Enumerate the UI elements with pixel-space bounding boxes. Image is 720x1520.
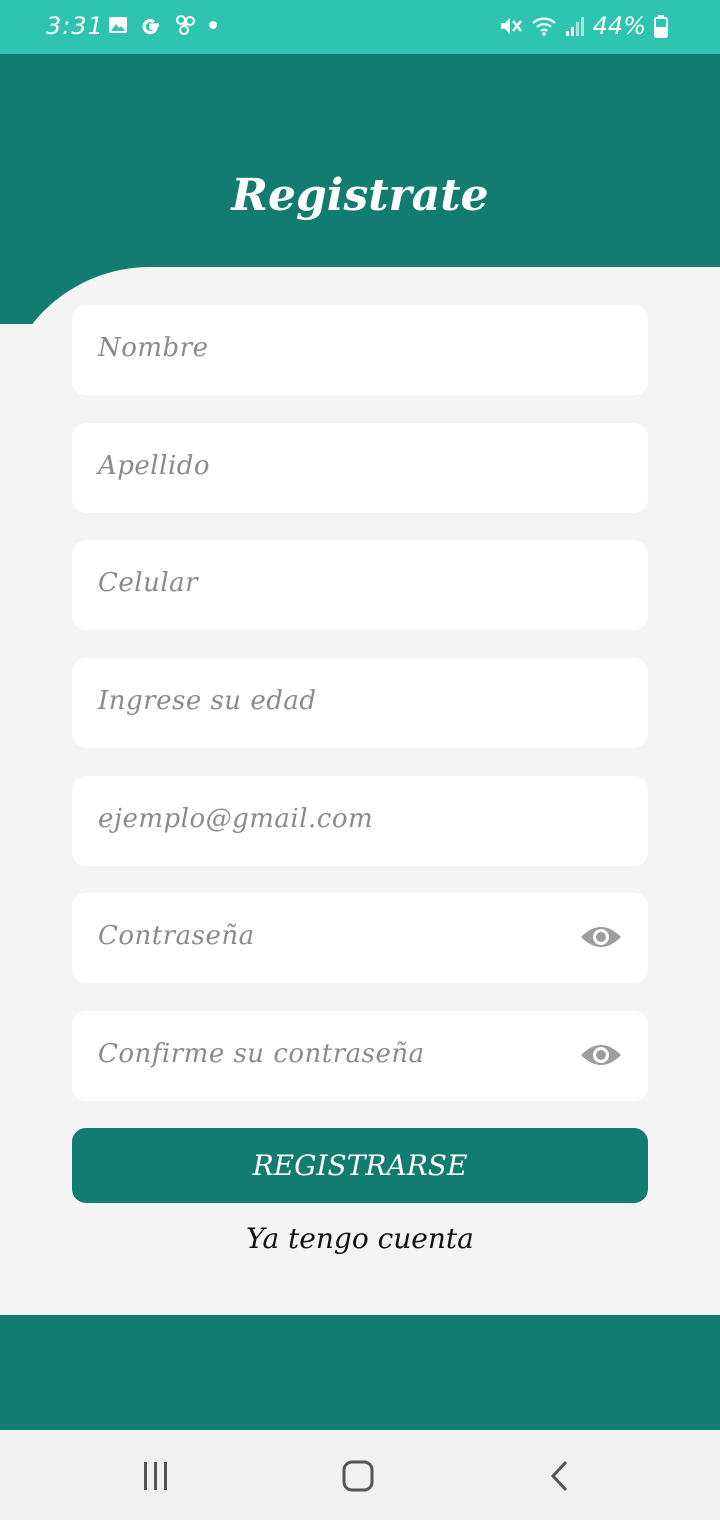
status-time: 3:31: [46, 12, 104, 40]
password-placeholder: Contraseña: [98, 921, 255, 951]
footer-banner: [0, 1315, 720, 1430]
age-placeholder: Ingrese su edad: [98, 686, 317, 716]
last-name-field[interactable]: Apellido: [72, 423, 648, 513]
google-icon: [142, 19, 159, 35]
phone-placeholder: Celular: [98, 568, 199, 598]
confirm-password-placeholder: Confirme su contraseña: [98, 1039, 425, 1069]
confirm-password-field[interactable]: Confirme su contraseña: [72, 1011, 648, 1101]
password-field[interactable]: Contraseña: [72, 893, 648, 983]
login-link[interactable]: Ya tengo cuenta: [0, 1222, 720, 1255]
first-name-field[interactable]: Nombre: [72, 305, 648, 395]
recent-apps-icon[interactable]: [136, 1458, 176, 1494]
mute-icon: [500, 18, 522, 34]
navigation-bar: [0, 1430, 720, 1520]
eye-icon[interactable]: [580, 1041, 622, 1069]
status-system-icons: 44%: [499, 12, 668, 40]
battery-percentage: 44%: [592, 12, 646, 40]
page-title: Registrate: [231, 170, 489, 221]
fan-icon: [176, 15, 195, 35]
email-field[interactable]: ejemplo@gmail.com: [72, 776, 648, 866]
first-name-placeholder: Nombre: [98, 333, 209, 363]
age-field[interactable]: Ingrese su edad: [72, 658, 648, 748]
eye-icon[interactable]: [580, 923, 622, 951]
battery-icon: [654, 15, 668, 38]
wifi-icon: [531, 17, 556, 36]
status-notification-icons: [108, 14, 218, 36]
phone-field[interactable]: Celular: [72, 540, 648, 630]
dot-icon: [209, 21, 217, 29]
back-icon[interactable]: [540, 1458, 580, 1494]
signal-icon: [565, 17, 584, 36]
gallery-icon: [109, 17, 127, 33]
register-button[interactable]: REGISTRARSE: [72, 1128, 648, 1203]
register-button-label: REGISTRARSE: [252, 1149, 468, 1182]
home-icon[interactable]: [338, 1458, 378, 1494]
email-placeholder: ejemplo@gmail.com: [98, 804, 374, 834]
status-bar: 3:31 44%: [0, 0, 720, 54]
last-name-placeholder: Apellido: [98, 451, 211, 481]
